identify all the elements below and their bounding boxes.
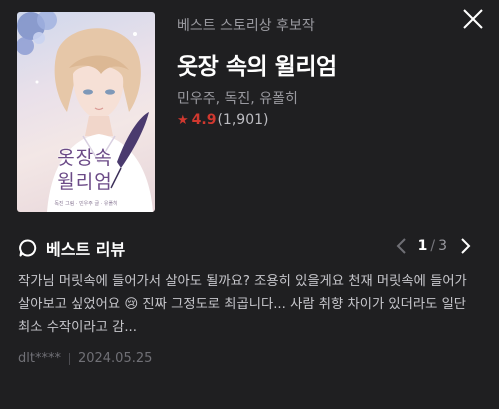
- award-badge: 베스트 스토리상 후보작: [177, 18, 315, 34]
- best-review-header: 베스트 리뷰: [18, 236, 125, 260]
- review-author: dlt****: [18, 351, 61, 366]
- close-icon: [463, 9, 483, 29]
- close-button[interactable]: [461, 7, 485, 31]
- cover-title-line1: 옷장속: [57, 147, 113, 169]
- review-meta: dlt**** 2024.05.25: [18, 351, 152, 366]
- page-total: 3: [438, 238, 447, 254]
- cover-credits: 독진 그림 · 민우주 글 · 유폴히: [54, 201, 118, 207]
- chevron-right-icon[interactable]: [455, 236, 475, 256]
- book-authors: 민우주, 독진, 유폴히: [177, 91, 298, 107]
- page-separator: /: [430, 238, 436, 254]
- meta-divider: [68, 352, 70, 365]
- rating-score: 4.9: [191, 112, 217, 128]
- review-date: 2024.05.25: [77, 351, 153, 366]
- cover-title-line2: 윌리엄: [57, 171, 113, 193]
- book-cover[interactable]: 옷장속 윌리엄 독진 그림 · 민우주 글 · 유폴히: [17, 12, 155, 212]
- review-heading: 베스트 리뷰: [46, 240, 126, 259]
- rating-count: (1,901): [217, 112, 269, 128]
- book-detail-card: 옷장속 윌리엄 독진 그림 · 민우주 글 · 유폴히 베스트 스토리상 후보작…: [0, 0, 499, 409]
- chevron-left-icon[interactable]: [392, 236, 412, 256]
- rating: ★ 4.9 (1,901): [177, 112, 268, 128]
- page-current: 1: [417, 238, 428, 254]
- cover-title: 옷장속 윌리엄: [25, 146, 145, 194]
- review-pager: 1 / 3: [392, 236, 475, 256]
- chat-bubble-icon: [19, 239, 37, 257]
- book-title: 옷장 속의 윌리엄: [177, 54, 337, 80]
- star-icon: ★: [177, 112, 189, 128]
- review-text[interactable]: 작가님 머릿속에 들어가서 살아도 될까요? 조용히 있을게요 천재 머릿속에 …: [18, 270, 483, 339]
